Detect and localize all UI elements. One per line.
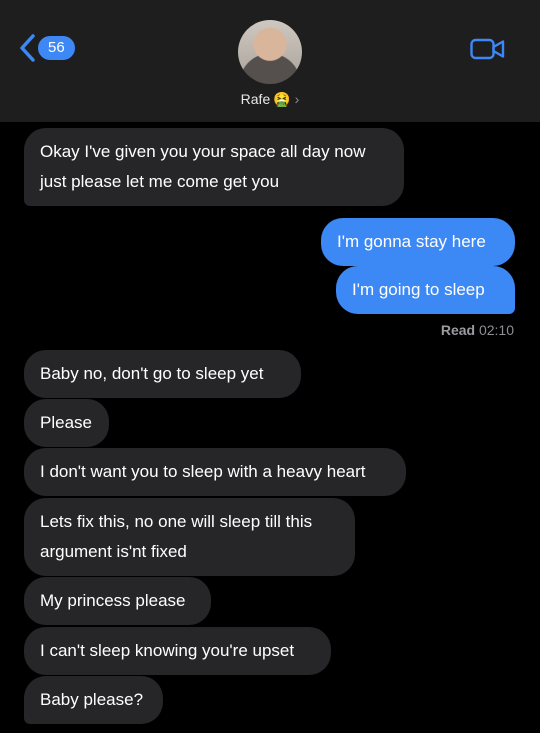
read-time: 02:10 (478, 322, 514, 338)
message-10-text: Baby please? (40, 690, 144, 709)
chevron-left-icon (20, 34, 35, 62)
read-receipt: Read 02:10 (441, 322, 514, 338)
message-7-line-1: Lets fix this, no one will sleep till th… (40, 512, 313, 531)
message-2-text: I'm gonna stay here (337, 232, 486, 251)
message-bubble-4[interactable]: Baby no, don't go to sleep yet (24, 350, 301, 398)
message-bubble-9[interactable]: I can't sleep knowing you're upset (24, 627, 331, 675)
read-label: Read (440, 322, 476, 338)
contact-avatar[interactable] (238, 20, 302, 84)
message-6-text: I don't want you to sleep with a heavy h… (40, 462, 366, 481)
conversation-header: 56 Rafe 🤮 › (0, 0, 540, 122)
message-3-text: I'm going to sleep (352, 280, 485, 299)
video-camera-icon[interactable] (470, 37, 506, 61)
message-4-text: Baby no, don't go to sleep yet (40, 364, 264, 383)
contact-name-button[interactable]: Rafe 🤮 › (0, 91, 540, 108)
unread-count-badge: 56 (38, 36, 75, 60)
message-bubble-10[interactable]: Baby please? (24, 676, 163, 724)
message-9-text: I can't sleep knowing you're upset (40, 641, 295, 660)
contact-name: Rafe (240, 91, 271, 107)
message-bubble-3[interactable]: I'm going to sleep (336, 266, 515, 314)
message-bubble-6[interactable]: I don't want you to sleep with a heavy h… (24, 448, 406, 496)
message-5-text: Please (40, 413, 92, 432)
chevron-right-icon: › (294, 91, 300, 107)
message-8-text: My princess please (40, 591, 186, 610)
message-bubble-2[interactable]: I'm gonna stay here (321, 218, 515, 266)
back-button[interactable]: 56 (18, 33, 75, 63)
message-bubble-5[interactable]: Please (24, 399, 109, 447)
message-bubble-1[interactable]: Okay I've given you your space all day n… (24, 128, 404, 206)
message-bubble-7[interactable]: Lets fix this, no one will sleep till th… (24, 498, 355, 576)
message-7-line-2: argument is'nt fixed (40, 542, 187, 561)
message-bubble-8[interactable]: My princess please (24, 577, 211, 625)
message-1-line-1: Okay I've given you your space all day n… (40, 142, 366, 161)
message-1-line-2: just please let me come get you (40, 172, 280, 191)
contact-emoji: 🤮 (273, 91, 291, 107)
